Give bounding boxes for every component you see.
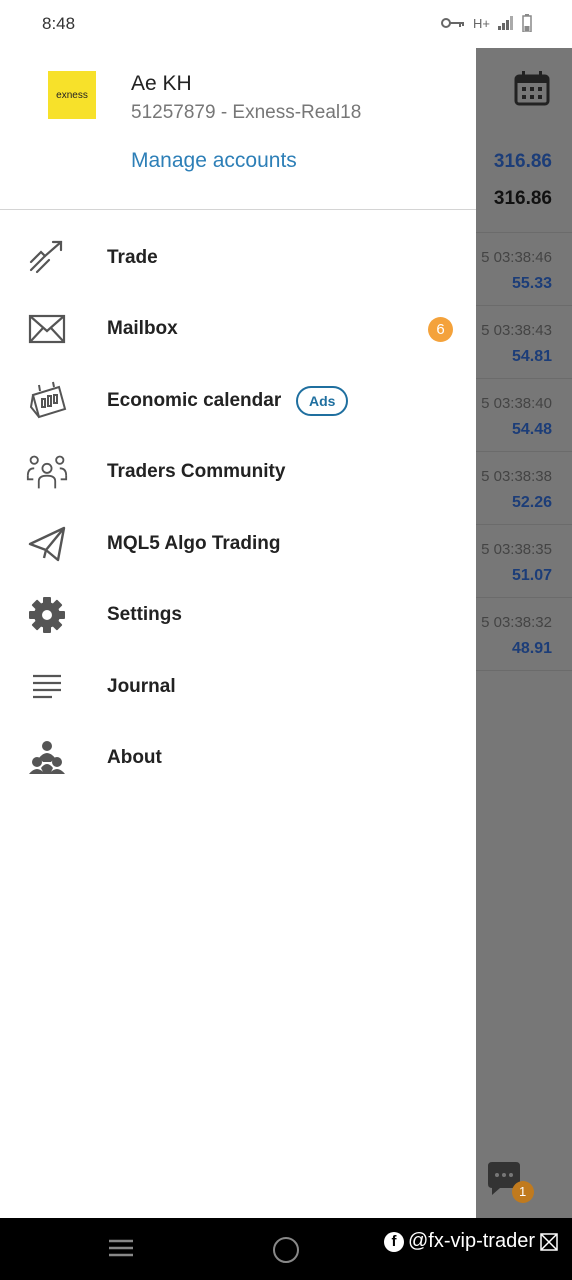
menu-item-label: Journal xyxy=(107,675,176,697)
menu-item-settings[interactable]: Settings xyxy=(0,580,476,652)
status-icons: H+ xyxy=(441,14,532,32)
network-type: H+ xyxy=(473,15,490,31)
trade-icon xyxy=(26,237,68,279)
menu-item-about[interactable]: About xyxy=(0,723,476,795)
account-name: Ae KH xyxy=(131,72,192,95)
ask-price: 316.86 xyxy=(493,188,552,209)
account-header: exness Ae KH 51257879 - Exness-Real18 Ma… xyxy=(0,48,476,210)
status-bar: 8:48 H+ xyxy=(0,0,572,48)
menu-item-trade[interactable]: Trade xyxy=(0,222,476,294)
row-time: 5 03:38:35 xyxy=(481,541,552,558)
manage-accounts-link[interactable]: Manage accounts xyxy=(131,149,297,173)
back-icon[interactable] xyxy=(539,1232,559,1252)
unread-badge: 6 xyxy=(428,316,453,342)
list-item: 5 03:38:32 48.91 xyxy=(476,597,572,671)
chat-badge: 1 xyxy=(519,1184,527,1199)
broker-logo: exness xyxy=(48,71,96,119)
list-item: 5 03:38:35 51.07 xyxy=(476,524,572,597)
menu-item-label: About xyxy=(107,747,162,769)
watermark-text: @fx-vip-trader xyxy=(408,1230,535,1252)
about-icon xyxy=(26,737,68,779)
gear-icon xyxy=(26,594,68,636)
logo-text: exness xyxy=(56,89,88,101)
vpn-key-icon xyxy=(441,18,465,28)
chat-icon xyxy=(488,1162,534,1203)
status-time: 8:48 xyxy=(42,14,76,33)
navigation-drawer: exness Ae KH 51257879 - Exness-Real18 Ma… xyxy=(0,48,476,1218)
menu-item-economic-calendar[interactable]: Economic calendar Ads xyxy=(0,365,476,437)
menu-item-mql5-algo-trading[interactable]: MQL5 Algo Trading xyxy=(0,508,476,580)
list-item: 5 03:38:46 55.33 xyxy=(476,232,572,305)
row-value: 54.81 xyxy=(511,348,552,365)
list-item: 5 03:38:40 54.48 xyxy=(476,378,572,451)
system-nav-bar: f @fx-vip-trader xyxy=(0,1218,572,1280)
row-time: 5 03:38:43 xyxy=(481,322,552,339)
menu-item-label: Settings xyxy=(107,604,182,626)
battery-icon xyxy=(522,14,532,32)
list-item: 5 03:38:38 52.26 xyxy=(476,451,572,524)
row-value: 55.33 xyxy=(511,275,552,292)
calendar-icon xyxy=(26,380,68,422)
bid-price: 316.86 xyxy=(493,151,552,172)
home-button[interactable] xyxy=(273,1237,299,1263)
menu-item-label: Economic calendar xyxy=(107,389,282,411)
mail-icon xyxy=(26,308,68,350)
menu-item-traders-community[interactable]: Traders Community xyxy=(0,437,476,509)
paper-plane-icon xyxy=(26,523,68,565)
recent-apps-icon[interactable] xyxy=(108,1238,134,1258)
row-value: 48.91 xyxy=(511,640,552,657)
row-time: 5 03:38:46 xyxy=(481,249,552,266)
community-icon xyxy=(26,451,68,493)
menu-item-mailbox[interactable]: Mailbox 6 xyxy=(0,294,476,366)
chat-button: 1 xyxy=(486,1162,536,1211)
menu-item-label: Mailbox xyxy=(107,318,178,340)
menu-item-label: Traders Community xyxy=(107,461,286,483)
drawer-menu: Trade Mailbox 6 Economic calendar Ads Tr… xyxy=(0,222,476,794)
menu-item-label: MQL5 Algo Trading xyxy=(107,532,281,554)
journal-icon xyxy=(26,666,68,708)
row-time: 5 03:38:40 xyxy=(481,395,552,412)
row-value: 54.48 xyxy=(511,421,552,438)
background-app: 316.86 316.86 5 03:38:46 55.33 5 03:38:43… xyxy=(476,48,572,1218)
row-value: 51.07 xyxy=(511,567,552,584)
menu-item-journal[interactable]: Journal xyxy=(0,651,476,723)
menu-item-label: Trade xyxy=(107,246,158,268)
row-time: 5 03:38:38 xyxy=(481,468,552,485)
calendar-icon xyxy=(514,71,550,106)
facebook-icon: f xyxy=(384,1231,404,1252)
watermark: f @fx-vip-trader xyxy=(384,1230,559,1253)
ads-tag: Ads xyxy=(296,385,349,416)
row-time: 5 03:38:32 xyxy=(481,614,552,631)
account-details: 51257879 - Exness-Real18 xyxy=(131,102,362,123)
signal-icon xyxy=(498,16,513,30)
list-item: 5 03:38:43 54.81 xyxy=(476,305,572,378)
row-value: 52.26 xyxy=(511,494,552,511)
